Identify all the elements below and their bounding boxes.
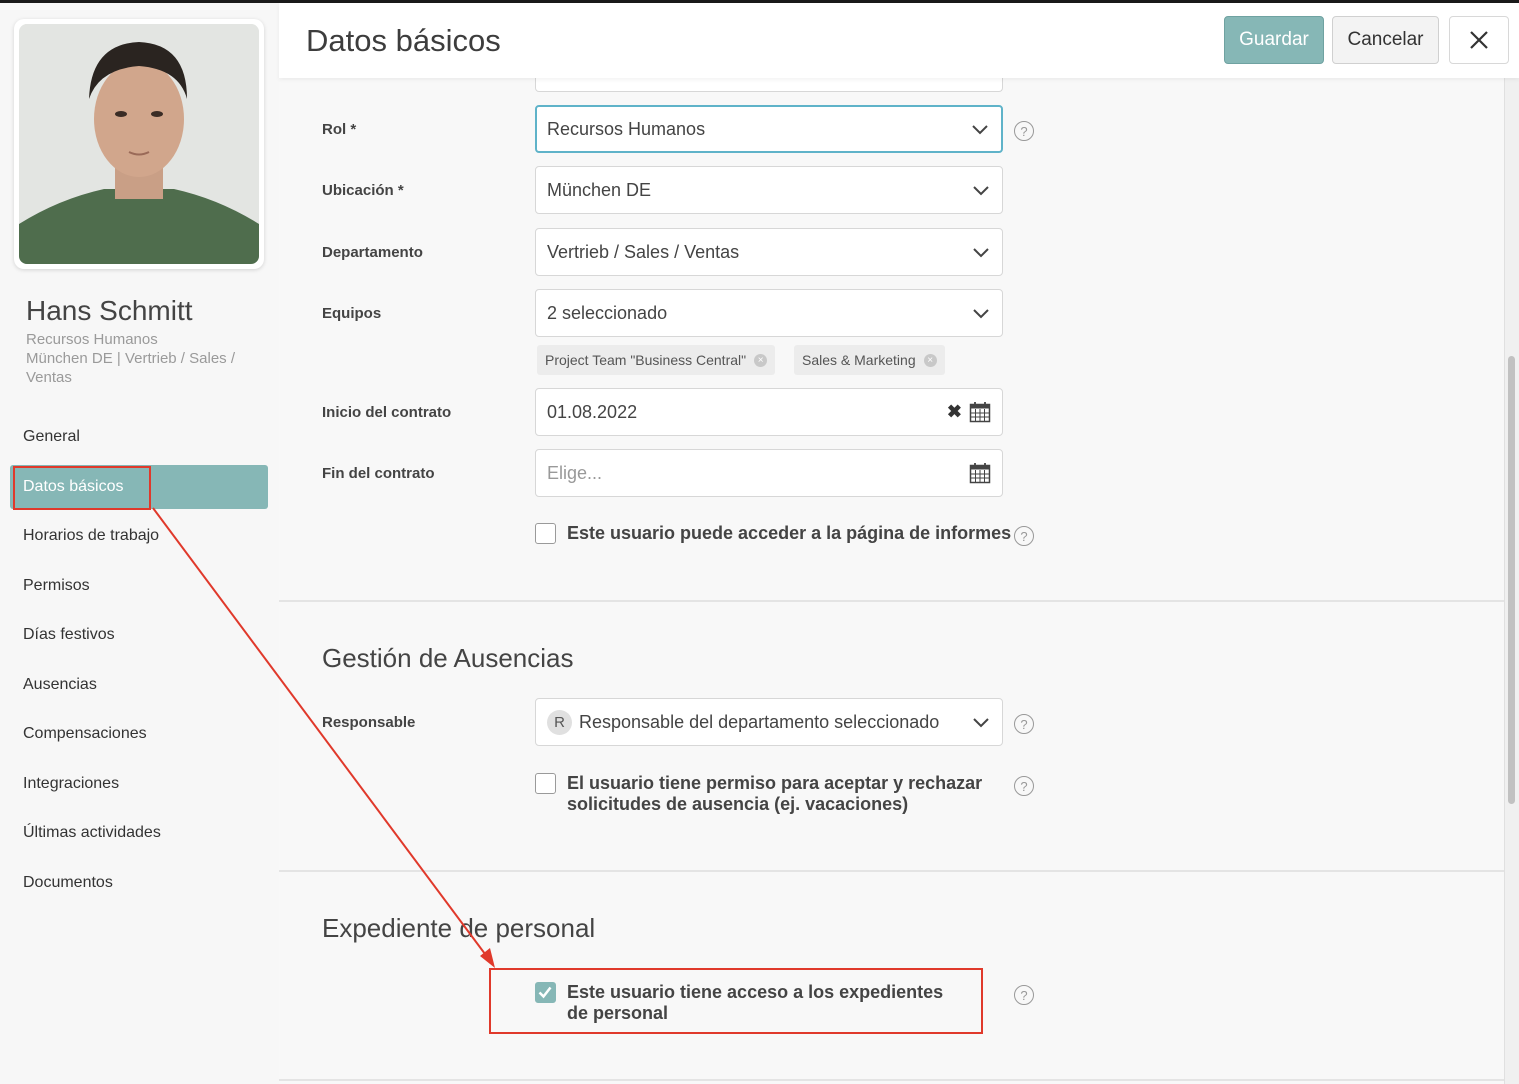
- annotation-arrow: [152, 507, 495, 968]
